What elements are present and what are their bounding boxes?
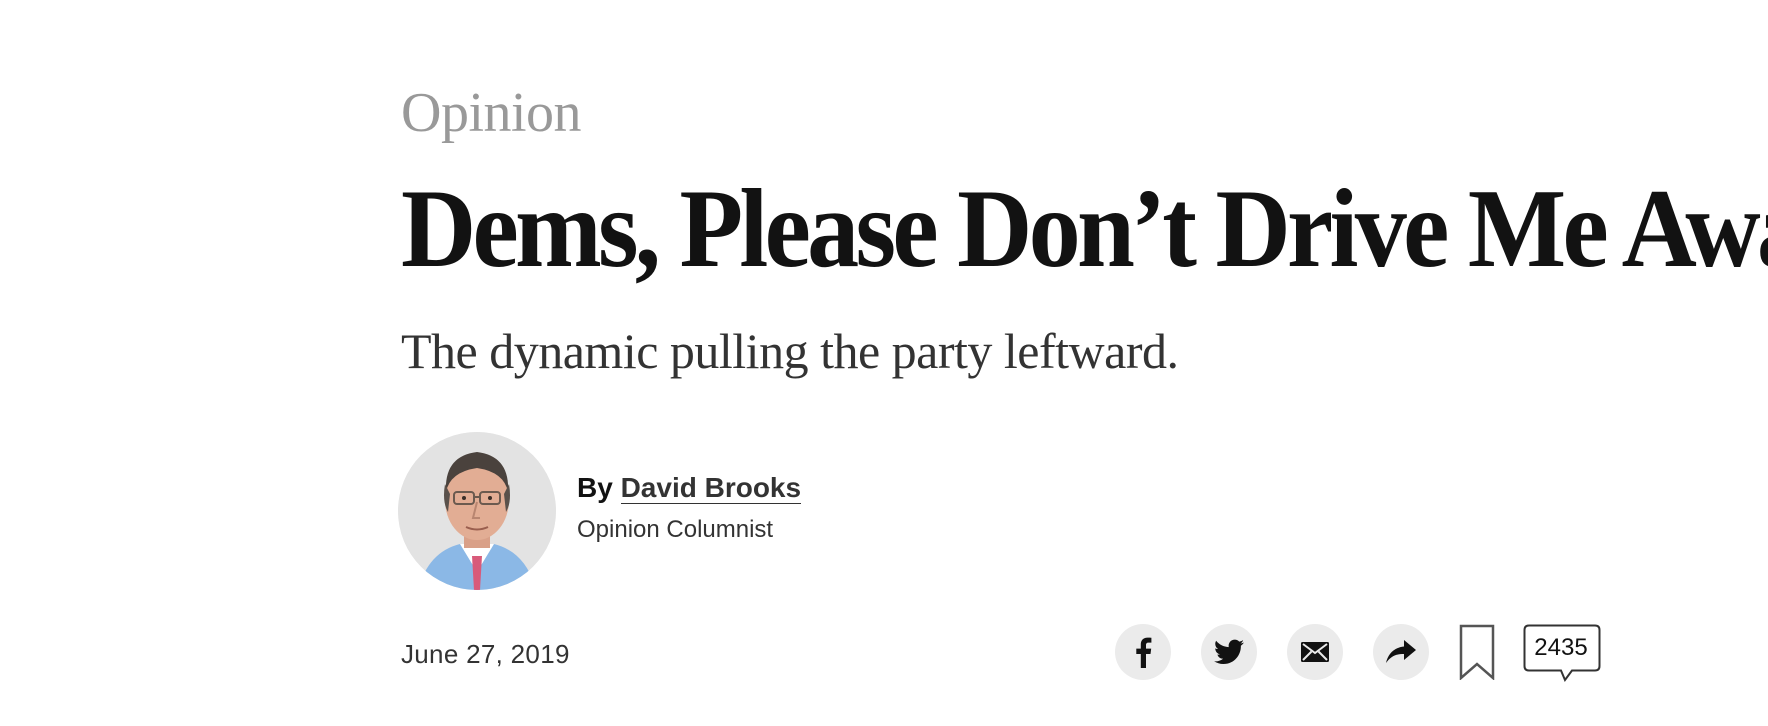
author-avatar[interactable]: [398, 432, 556, 590]
author-link[interactable]: David Brooks: [620, 472, 802, 504]
more-share-button[interactable]: [1373, 624, 1429, 680]
email-icon: [1301, 642, 1329, 662]
section-label[interactable]: Opinion: [401, 78, 582, 148]
comment-count: 2435: [1534, 634, 1588, 661]
save-article-button[interactable]: [1459, 624, 1495, 681]
facebook-icon: [1136, 637, 1152, 668]
bookmark-icon: [1459, 624, 1495, 681]
share-arrow-icon: [1386, 640, 1416, 663]
byline: By David Brooks: [577, 470, 802, 506]
email-share-button[interactable]: [1287, 624, 1343, 680]
author-role: Opinion Columnist: [577, 516, 774, 543]
headline: Dems, Please Don’t Drive Me Away: [401, 167, 1768, 291]
article-summary: The dynamic pulling the party leftward.: [401, 323, 1179, 379]
comments-button[interactable]: 2435: [1523, 624, 1601, 688]
twitter-icon: [1214, 639, 1244, 664]
byline-prefix: By: [577, 472, 613, 503]
publish-date: June 27, 2019: [401, 639, 570, 669]
twitter-share-button[interactable]: [1201, 624, 1257, 680]
author-photo: [398, 432, 556, 590]
facebook-share-button[interactable]: [1115, 624, 1171, 680]
